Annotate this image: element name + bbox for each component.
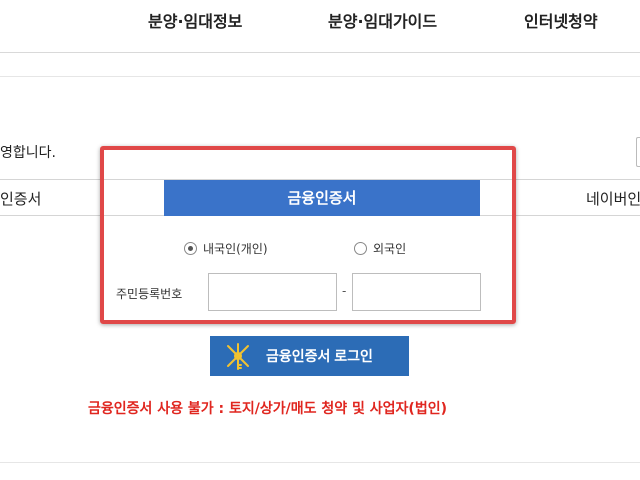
tab-financial-certificate[interactable]: 금융인증서	[164, 180, 480, 216]
radio-domestic[interactable]: 내국인(개인)	[184, 240, 268, 257]
divider	[0, 52, 640, 53]
nav-item-sale-rental-info[interactable]: 분양·임대정보	[148, 8, 242, 32]
notice-text: 영합니다.	[0, 145, 56, 161]
nav-item-internet-subscription[interactable]: 인터넷청약	[524, 8, 598, 32]
radio-checked-icon[interactable]	[184, 242, 197, 255]
divider	[0, 462, 640, 463]
radio-foreign-label: 외국인	[373, 242, 407, 256]
tab-naver[interactable]: 네이버인	[586, 188, 640, 209]
certificate-warning-text: 금융인증서 사용 불가 : 토지/상가/매도 청약 및 사업자(법인)	[88, 401, 447, 417]
resident-number-label: 주민등록번호	[116, 287, 183, 301]
edge-control[interactable]	[636, 137, 640, 167]
radio-foreign[interactable]: 외국인	[354, 240, 406, 257]
login-button-label: 금융인증서 로그인	[266, 348, 373, 364]
radio-unchecked-icon[interactable]	[354, 242, 367, 255]
resident-number-separator: -	[342, 284, 347, 298]
key-icon	[227, 343, 249, 370]
top-nav: 분양·임대정보 분양·임대가이드 인터넷청약	[0, 0, 640, 48]
resident-number-front-input[interactable]	[208, 273, 337, 311]
nav-item-sale-rental-guide[interactable]: 분양·임대가이드	[328, 8, 437, 32]
divider	[0, 76, 640, 77]
radio-domestic-label: 내국인(개인)	[203, 242, 268, 256]
tab-certificate[interactable]: 인증서	[0, 188, 41, 209]
financial-certificate-login-button[interactable]: 금융인증서 로그인	[210, 336, 409, 376]
resident-number-back-input[interactable]	[352, 273, 481, 311]
